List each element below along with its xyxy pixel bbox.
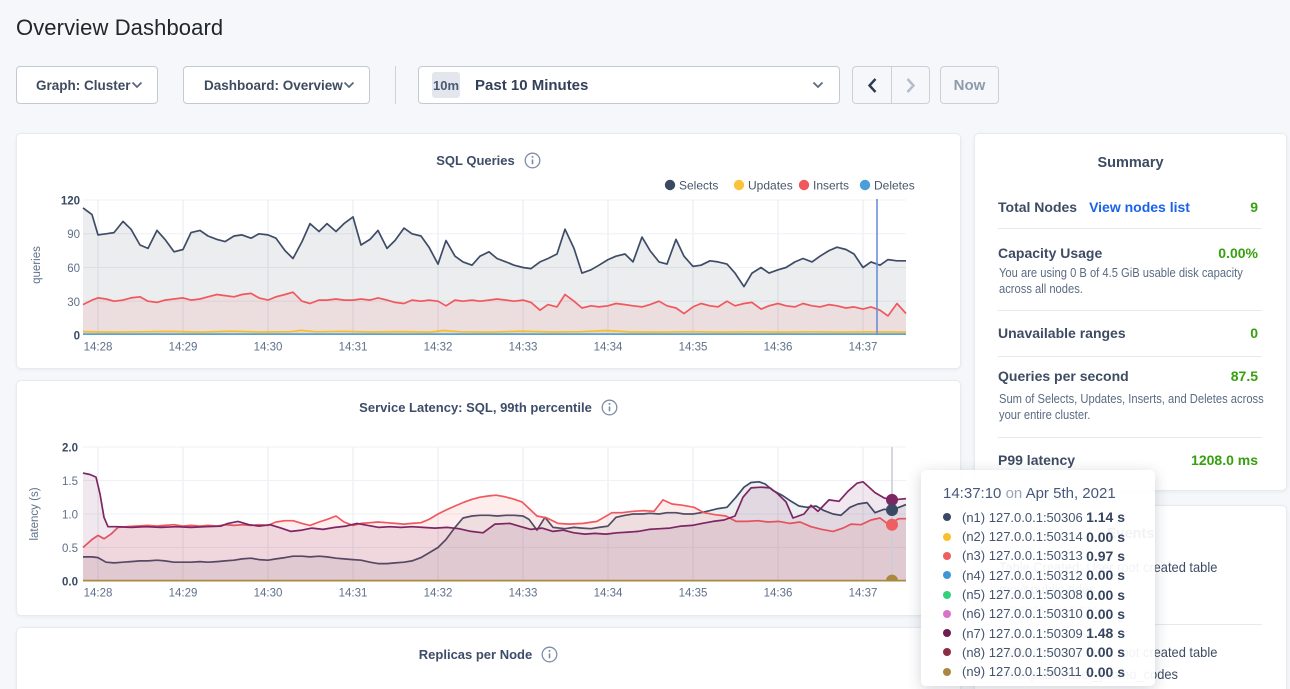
- svg-text:Inserts: Inserts: [813, 179, 849, 193]
- svg-text:14:28: 14:28: [84, 588, 113, 600]
- svg-text:120: 120: [61, 196, 80, 208]
- svg-text:1.5: 1.5: [62, 476, 78, 488]
- svg-text:14:37: 14:37: [849, 588, 878, 600]
- svg-text:14:33: 14:33: [509, 588, 538, 600]
- svg-text:queries: queries: [31, 246, 43, 284]
- svg-text:14:36: 14:36: [764, 588, 793, 600]
- svg-text:1.0: 1.0: [62, 510, 78, 522]
- svg-text:Selects: Selects: [679, 179, 718, 193]
- svg-text:latency (s): latency (s): [29, 487, 41, 540]
- svg-text:Updates: Updates: [748, 179, 793, 193]
- svg-text:14:32: 14:32: [424, 342, 453, 354]
- svg-text:60: 60: [67, 263, 80, 275]
- svg-text:14:33: 14:33: [509, 342, 538, 354]
- svg-text:14:29: 14:29: [169, 342, 198, 354]
- svg-text:14:32: 14:32: [424, 588, 453, 600]
- svg-text:0.0: 0.0: [62, 577, 78, 589]
- svg-text:14:30: 14:30: [254, 588, 283, 600]
- svg-text:Deletes: Deletes: [874, 179, 915, 193]
- svg-text:90: 90: [67, 229, 80, 241]
- svg-text:14:37: 14:37: [849, 342, 878, 354]
- svg-text:14:31: 14:31: [339, 588, 368, 600]
- svg-text:14:35: 14:35: [679, 342, 708, 354]
- svg-text:14:36: 14:36: [764, 342, 793, 354]
- svg-text:30: 30: [67, 297, 80, 309]
- svg-text:14:31: 14:31: [339, 342, 368, 354]
- svg-text:14:29: 14:29: [169, 588, 198, 600]
- svg-text:2.0: 2.0: [62, 443, 78, 455]
- svg-text:0.5: 0.5: [62, 543, 78, 555]
- svg-text:14:28: 14:28: [84, 342, 113, 354]
- svg-text:14:34: 14:34: [594, 588, 623, 600]
- svg-text:14:35: 14:35: [679, 588, 708, 600]
- svg-text:14:30: 14:30: [254, 342, 283, 354]
- svg-text:14:34: 14:34: [594, 342, 623, 354]
- svg-text:0: 0: [74, 331, 80, 343]
